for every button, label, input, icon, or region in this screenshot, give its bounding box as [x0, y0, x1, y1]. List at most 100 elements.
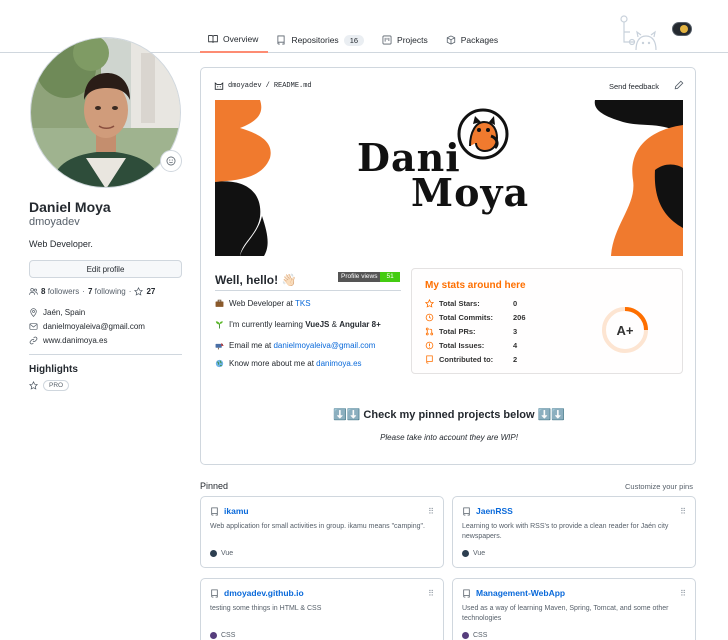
edit-profile-button[interactable]: Edit profile	[29, 260, 182, 278]
profile-views-badge: Profile views 51	[338, 272, 400, 282]
tab-packages[interactable]: Packages	[438, 29, 508, 51]
language-color-dot	[462, 632, 469, 639]
globe-icon	[215, 359, 224, 368]
octocat-illustration-icon	[620, 15, 657, 51]
tab-projects-label: Projects	[397, 35, 428, 45]
readme-item-learning: I'm currently learning VueJS & Angular 8…	[215, 320, 381, 329]
repo-name-row: JaenRSS	[462, 506, 513, 516]
job-text: Web Developer at TKS	[229, 299, 311, 308]
repo-icon	[463, 506, 470, 516]
greeting-heading: Well, hello! 👋🏻	[215, 273, 297, 287]
repo-description: testing some things in HTML & CSS	[210, 605, 322, 612]
profile-views-label: Profile views	[338, 272, 381, 282]
readme-email-link[interactable]: danielmoyaleiva@gmail.com	[273, 341, 375, 350]
repo-name-row: ikamu	[210, 506, 249, 516]
location-row: Jaén, Spain	[29, 308, 85, 317]
project-icon	[382, 35, 392, 45]
highlights-title: Highlights	[29, 364, 78, 375]
stat-label: Total Stars:	[439, 299, 480, 308]
sidebar-divider	[29, 354, 182, 355]
theme-toggle[interactable]	[672, 22, 692, 36]
email-link[interactable]: danielmoyaleiva@gmail.com	[43, 322, 145, 331]
readme-website-link[interactable]: danimoya.es	[316, 359, 361, 368]
stat-label: Contributed to:	[439, 355, 494, 364]
pinned-projects-heading: ⬇️⬇️ Check my pinned projects below ⬇️⬇️	[332, 409, 566, 421]
repo-name-row: Management-WebApp	[462, 588, 565, 598]
mailbox-icon	[215, 343, 224, 350]
drag-handle-icon[interactable]: ⠿	[428, 507, 434, 516]
following-link[interactable]: 7 following	[88, 287, 126, 296]
path-separator: /	[265, 81, 270, 90]
pull-request-icon	[425, 327, 434, 336]
company-link[interactable]: TKS	[295, 299, 311, 308]
tab-projects[interactable]: Projects	[374, 29, 438, 51]
email-text: Email me at danielmoyaleiva@gmail.com	[229, 341, 375, 350]
pinned-repo-card: dmoyadev.github.io ⠿ testing some things…	[200, 578, 444, 640]
repo-icon	[211, 506, 218, 516]
stat-row-issues: Total Issues: 4	[425, 341, 517, 350]
repo-link[interactable]: JaenRSS	[476, 506, 513, 516]
star-icon	[425, 299, 434, 308]
readme-owner-link[interactable]: dmoyadev	[228, 82, 262, 90]
stats-title: My stats around here	[425, 280, 526, 291]
briefcase-icon	[215, 299, 224, 307]
repo-language: Vue	[462, 550, 485, 557]
stat-row-stars: Total Stars: 0	[425, 299, 517, 308]
drag-handle-icon[interactable]: ⠿	[680, 589, 686, 598]
pinned-title: Pinned	[200, 481, 229, 491]
repo-icon	[463, 588, 470, 598]
readme-file-link[interactable]: README.md	[274, 82, 312, 90]
profile-bio: Web Developer.	[29, 239, 93, 249]
stat-row-prs: Total PRs: 3	[425, 327, 517, 336]
customize-pins-link[interactable]: Customize your pins	[625, 482, 693, 491]
language-name: Vue	[473, 550, 486, 557]
highlights-row: PRO	[29, 380, 70, 391]
readme-item-website: Know more about me at danimoya.es	[215, 359, 362, 368]
language-name: CSS	[473, 632, 488, 639]
repo-icon	[426, 355, 433, 364]
language-name: Vue	[221, 550, 234, 557]
learning-prefix: I'm currently learning	[229, 320, 306, 329]
followers-count: 8	[41, 287, 46, 296]
followers-link[interactable]: 8 followers	[41, 287, 79, 296]
star-icon	[134, 287, 144, 296]
drag-handle-icon[interactable]: ⠿	[428, 589, 434, 598]
tab-overview[interactable]: Overview	[200, 29, 269, 53]
learning-mid: &	[329, 320, 340, 329]
language-color-dot	[210, 550, 217, 557]
repo-language: Vue	[210, 550, 233, 557]
repo-name-row: dmoyadev.github.io	[210, 588, 304, 598]
following-label: following	[94, 287, 126, 296]
send-feedback-link[interactable]: Send feedback	[609, 82, 659, 91]
website-row: www.danimoya.es	[29, 336, 107, 345]
star-icon	[29, 381, 38, 390]
readme-path: dmoyadev / README.md	[214, 81, 312, 90]
stat-row-contributed: Contributed to: 2	[425, 355, 517, 364]
repo-counter: 16	[343, 34, 365, 46]
pencil-icon[interactable]	[674, 80, 684, 90]
stat-value: 0	[513, 299, 518, 308]
pinned-repo-card: ikamu ⠿ Web application for small activi…	[200, 496, 444, 568]
repo-link[interactable]: ikamu	[224, 506, 249, 516]
repo-link[interactable]: Management-WebApp	[476, 588, 565, 598]
profile-views-count: 51	[380, 272, 400, 282]
set-status-button[interactable]	[160, 150, 182, 172]
website-link[interactable]: www.danimoya.es	[43, 336, 107, 345]
tab-overview-label: Overview	[223, 34, 259, 44]
followers-label: followers	[47, 287, 80, 296]
location-pin-icon	[30, 308, 37, 317]
drag-handle-icon[interactable]: ⠿	[680, 507, 686, 516]
repo-language: CSS	[462, 632, 487, 639]
history-icon	[425, 313, 434, 322]
repo-link[interactable]: dmoyadev.github.io	[224, 588, 304, 598]
stars-count[interactable]: 27	[146, 287, 155, 296]
tab-repositories[interactable]: Repositories 16	[268, 29, 374, 51]
grade-ring: A+	[602, 307, 648, 353]
vuejs-text: VueJS	[305, 320, 330, 329]
repo-icon	[211, 588, 218, 598]
readme-item-job: Web Developer at TKS	[215, 299, 311, 308]
book-icon	[208, 35, 218, 43]
stat-label: Total Commits:	[439, 313, 494, 322]
readme-divider	[215, 290, 401, 291]
avatar[interactable]	[30, 37, 181, 188]
